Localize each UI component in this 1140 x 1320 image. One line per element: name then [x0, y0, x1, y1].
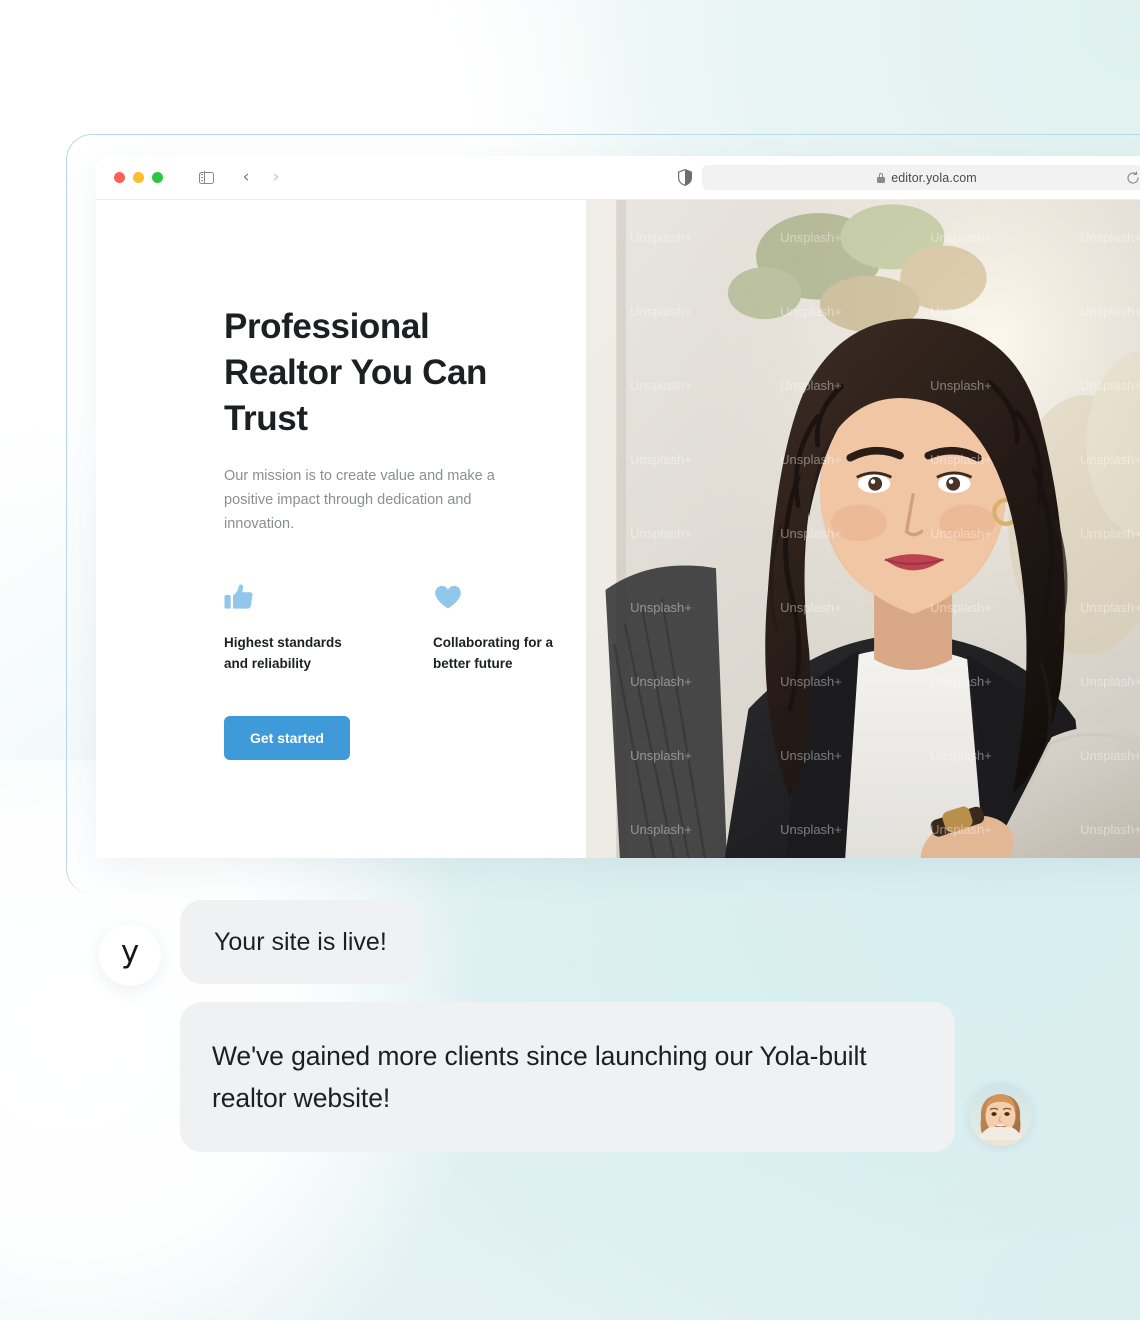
close-window-button[interactable]	[114, 172, 125, 183]
address-bar[interactable]: editor.yola.com	[702, 165, 1140, 190]
shield-icon[interactable]	[678, 168, 692, 187]
heart-icon	[433, 582, 575, 612]
hero-photo: Unsplash+ Unsplash+ Unsplash+ Unsplash+ …	[586, 200, 1140, 858]
browser-window: ‹ › editor.yola.com Professional Realtor…	[96, 156, 1140, 858]
maximize-window-button[interactable]	[152, 172, 163, 183]
back-button[interactable]: ‹	[233, 165, 259, 191]
forward-button[interactable]: ›	[263, 165, 289, 191]
chat-message-row: We've gained more clients since launchin…	[0, 986, 1140, 1152]
sidebar-toggle-button[interactable]	[193, 165, 219, 191]
get-started-button[interactable]: Get started	[224, 716, 350, 760]
chat-bubble-testimonial: We've gained more clients since launchin…	[180, 1002, 955, 1152]
chevron-right-icon: ›	[272, 167, 280, 187]
chat-bubble-system: Your site is live!	[180, 900, 421, 984]
testimonial-chat: y Your site is live! We've gained more c…	[0, 900, 1140, 1152]
page-title: Professional Realtor You Can Trust	[224, 307, 488, 438]
minimize-window-button[interactable]	[133, 172, 144, 183]
hero-text-column: Professional Realtor You Can Trust Our m…	[96, 200, 586, 858]
url-text: editor.yola.com	[891, 170, 977, 185]
feature-item: Collaborating for a better future	[433, 582, 575, 674]
chevron-left-icon: ‹	[242, 167, 250, 187]
lock-icon	[877, 172, 886, 183]
yola-logo-avatar: y	[99, 924, 161, 986]
site-preview: Professional Realtor You Can Trust Our m…	[96, 200, 1140, 858]
sidebar-toggle-icon	[198, 171, 214, 184]
browser-toolbar: ‹ ›	[193, 165, 289, 191]
address-bar-content: editor.yola.com	[877, 171, 977, 185]
feature-label: Collaborating for a better future	[433, 635, 554, 671]
feature-label: Highest standards and reliability	[224, 635, 342, 671]
chat-message-row: y Your site is live!	[0, 900, 1140, 986]
hero-photo-artwork	[586, 200, 1140, 858]
thumbs-up-icon	[224, 582, 366, 612]
avatar-photo-artwork	[969, 1083, 1032, 1146]
window-controls	[114, 172, 163, 183]
feature-item: Highest standards and reliability	[224, 582, 366, 674]
hero-subtitle: Our mission is to create value and make …	[224, 468, 495, 532]
customer-avatar	[969, 1083, 1032, 1146]
feature-list: Highest standards and reliability Collab…	[224, 582, 586, 674]
browser-chrome-bar: ‹ › editor.yola.com	[96, 156, 1140, 200]
reload-icon[interactable]	[1126, 170, 1140, 185]
yola-logo-letter: y	[120, 933, 140, 970]
